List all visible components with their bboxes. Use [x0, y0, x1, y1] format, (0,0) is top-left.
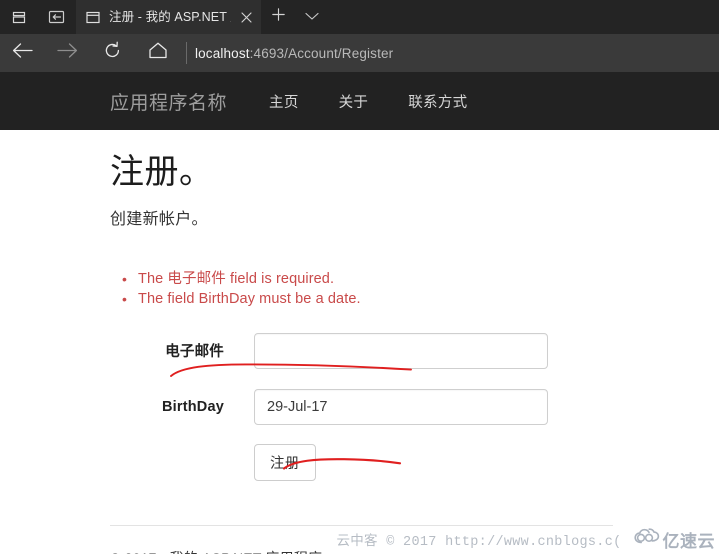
- watermark-text: 云中客 © 2017 http://www.cnblogs.c(: [336, 529, 621, 550]
- nav-link-contact[interactable]: 联系方式: [408, 91, 467, 112]
- forward-arrow-icon: [57, 42, 78, 64]
- watermark: 云中客 © 2017 http://www.cnblogs.c( 亿速云: [0, 524, 719, 554]
- refresh-icon: [103, 41, 122, 65]
- tab-strip: 注册 - 我的 ASP.NET 应.: [0, 0, 719, 34]
- email-input[interactable]: [254, 333, 548, 369]
- register-form: 电子邮件 BirthDay 注册: [110, 333, 719, 481]
- form-row-email: 电子邮件: [110, 333, 719, 369]
- set-tabs-aside-icon: [48, 9, 66, 25]
- validation-summary: The 电子邮件 field is required. The field Bi…: [110, 269, 719, 309]
- form-row-submit: 注册: [110, 444, 719, 481]
- refresh-button[interactable]: [90, 34, 135, 72]
- new-tab-button[interactable]: [261, 0, 295, 34]
- tab-menu-button[interactable]: [295, 0, 329, 34]
- birthday-label: BirthDay: [110, 399, 254, 415]
- url-host: localhost: [195, 46, 250, 61]
- validation-error-item: The field BirthDay must be a date.: [110, 289, 719, 309]
- cloud-icon: [634, 528, 660, 550]
- set-tabs-aside-button[interactable]: [38, 0, 76, 34]
- site-nav-links: 主页 关于 联系方式: [269, 91, 507, 112]
- tab-stack-icon: [11, 9, 28, 26]
- tab-title: 注册 - 我的 ASP.NET 应.: [109, 0, 231, 34]
- tab-stack-button[interactable]: [0, 0, 38, 34]
- url-path: :4693/Account/Register: [250, 46, 394, 61]
- back-arrow-icon: [12, 42, 33, 64]
- back-button[interactable]: [0, 34, 45, 72]
- url-display[interactable]: localhost:4693/Account/Register: [195, 46, 393, 61]
- chevron-down-icon: [305, 8, 319, 26]
- email-label: 电子邮件: [110, 340, 254, 361]
- page-subtitle: 创建新帐户。: [110, 205, 719, 229]
- page-container: 注册。 创建新帐户。 The 电子邮件 field is required. T…: [0, 152, 719, 554]
- tab-close-button[interactable]: [231, 0, 261, 34]
- nav-link-home[interactable]: 主页: [269, 91, 299, 112]
- birthday-input[interactable]: [254, 389, 548, 425]
- address-bar: localhost:4693/Account/Register: [0, 34, 719, 72]
- page-viewport: 应用程序名称 主页 关于 联系方式 注册。 创建新帐户。 The 电子邮件 fi…: [0, 72, 719, 554]
- watermark-logo-text: 亿速云: [663, 527, 716, 552]
- browser-window: 注册 - 我的 ASP.NET 应.: [0, 0, 719, 554]
- tab-strip-left-controls: 注册 - 我的 ASP.NET 应.: [0, 0, 329, 34]
- home-button[interactable]: [135, 34, 180, 72]
- home-icon: [148, 41, 168, 65]
- validation-error-list: The 电子邮件 field is required. The field Bi…: [110, 269, 719, 309]
- submit-spacer: [110, 444, 254, 481]
- forward-button[interactable]: [45, 34, 90, 72]
- site-brand[interactable]: 应用程序名称: [110, 88, 227, 115]
- address-bar-divider: [186, 42, 187, 64]
- plus-icon: [272, 8, 285, 26]
- validation-error-item: The 电子邮件 field is required.: [110, 269, 719, 289]
- form-row-birthday: BirthDay: [110, 389, 719, 425]
- site-navbar: 应用程序名称 主页 关于 联系方式: [0, 72, 719, 130]
- page-title: 注册。: [110, 152, 719, 193]
- register-submit-button[interactable]: 注册: [254, 444, 316, 481]
- watermark-logo: 亿速云: [634, 527, 716, 552]
- window-favicon-icon: [85, 9, 101, 25]
- browser-tab-active[interactable]: 注册 - 我的 ASP.NET 应.: [76, 0, 261, 34]
- nav-link-about[interactable]: 关于: [339, 91, 369, 112]
